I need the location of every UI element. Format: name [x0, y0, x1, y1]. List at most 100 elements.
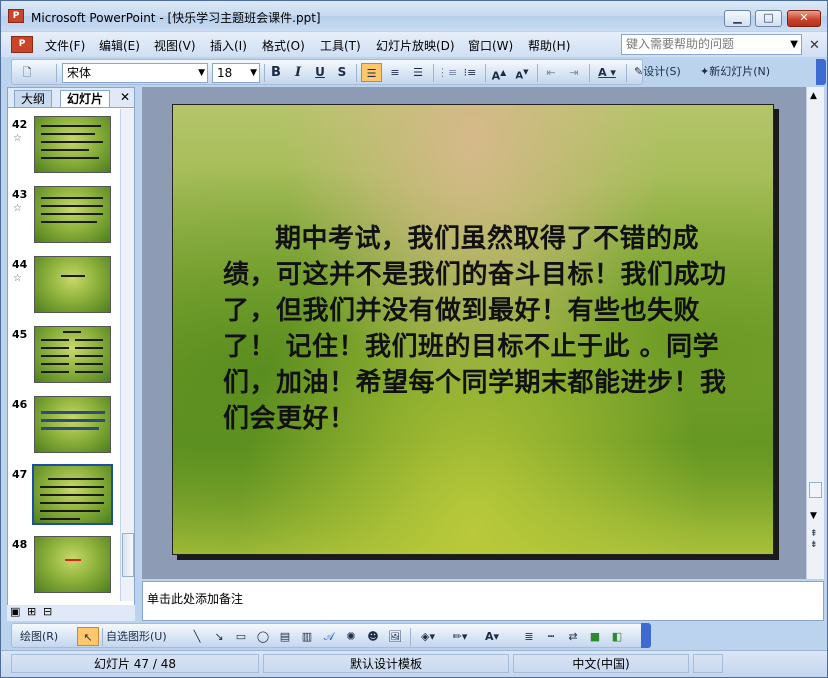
decrease-indent-button[interactable]: ⇤ [541, 63, 561, 82]
decrease-font-button[interactable]: A▼ [512, 63, 532, 82]
font-name-select[interactable]: 宋体 ▼ [62, 63, 208, 83]
close-icon[interactable]: ✕ [120, 90, 130, 104]
shadow-button[interactable]: S [333, 63, 351, 82]
chevron-down-icon[interactable]: ▼ [250, 64, 257, 82]
textbox-icon[interactable]: ▤ [276, 627, 294, 646]
menu-slideshow[interactable]: 幻灯片放映(D) [376, 37, 455, 54]
bullets-button[interactable]: ⁝≡ [460, 63, 480, 82]
increase-indent-button[interactable]: ⇥ [564, 63, 584, 82]
slide-thumbnail-44[interactable]: 44 ☆ [8, 249, 120, 319]
document-icon[interactable]: P [11, 36, 33, 53]
align-right-button[interactable]: ☰ [408, 63, 428, 82]
autoshapes-button[interactable]: 自选图形(U) [106, 627, 186, 646]
minimize-button[interactable]: ▁ [724, 10, 751, 27]
fill-color-icon[interactable]: ◈▾ [414, 627, 442, 646]
slide-number: 43 [12, 188, 28, 201]
window-title: Microsoft PowerPoint - [快乐学习主题班会课件.ppt] [31, 11, 321, 25]
slide-thumbnail-42[interactable]: 42 ☆ [8, 109, 120, 179]
picture-icon[interactable]: 🖼 [386, 627, 404, 646]
slide-sorter-icon[interactable]: ⊞ [27, 605, 36, 618]
font-color-icon[interactable]: A▾ [478, 627, 506, 646]
slide-body-text[interactable]: 期中考试，我们虽然取得了不错的成绩，可这并不是我们的奋斗目标！我们成功了，但我们… [223, 221, 748, 437]
menu-tools[interactable]: 工具(T) [320, 37, 361, 54]
scrollbar-thumb[interactable] [809, 482, 822, 498]
slide-thumbnail-47[interactable]: 47 [8, 459, 120, 529]
close-doc-icon[interactable]: ✕ [809, 38, 820, 53]
slide-number: 47 [12, 468, 28, 481]
menu-edit[interactable]: 编辑(E) [99, 37, 140, 54]
thumbnail-scrollbar[interactable] [120, 109, 134, 601]
tab-outline[interactable]: 大纲 [14, 90, 53, 107]
draw-menu-button[interactable]: 绘图(R) [20, 627, 78, 646]
increase-font-button[interactable]: A▲ [489, 63, 509, 83]
font-color-button[interactable]: A ▾ [593, 63, 621, 82]
oval-icon[interactable]: ◯ [254, 627, 272, 646]
menu-insert[interactable]: 插入(I) [210, 37, 247, 54]
3d-style-icon[interactable]: ◧ [608, 627, 626, 646]
font-size-value: 18 [217, 66, 233, 80]
slide-preview [34, 536, 111, 593]
slide-thumbnail-48[interactable]: 48 [8, 529, 120, 599]
formatting-toolbar: 🗋 宋体 ▼ 18 ▼ B I U S ☰ ≡ ☰ ⋮≡ ⁝≡ A▲ A▼ ⇤ … [11, 59, 643, 85]
slide-thumbnail-45[interactable]: 45 [8, 319, 120, 389]
slide-scrollbar[interactable]: ▲ ▼ ⇞ ⇟ [806, 87, 824, 579]
arrow-icon[interactable]: ↘ [210, 627, 228, 646]
design-template[interactable]: 默认设计模板 [263, 654, 509, 673]
scroll-up-icon[interactable]: ▲ [810, 91, 817, 101]
new-slide-icon: ✦ [700, 65, 710, 78]
powerpoint-icon[interactable]: P [8, 9, 24, 23]
shadow-style-icon[interactable]: ■ [586, 627, 604, 646]
line-style-icon[interactable]: ≣ [520, 627, 538, 646]
align-center-button[interactable]: ≡ [385, 63, 405, 82]
rectangle-icon[interactable]: ▭ [232, 627, 250, 646]
help-search-input[interactable]: 键入需要帮助的问题 ▼ [621, 34, 802, 55]
font-size-select[interactable]: 18 ▼ [212, 63, 260, 83]
clipart-icon[interactable]: ☻ [364, 627, 382, 646]
font-name-value: 宋体 [67, 66, 92, 80]
menu-file[interactable]: 文件(F) [45, 37, 85, 54]
tab-slides[interactable]: 幻灯片 [60, 90, 111, 107]
toolbar-options-icon[interactable] [641, 623, 651, 648]
align-left-button[interactable]: ☰ [361, 63, 382, 82]
bold-button[interactable]: B [267, 63, 285, 82]
numbering-button[interactable]: ⋮≡ [437, 63, 457, 82]
slide-number: 48 [12, 538, 28, 551]
vertical-textbox-icon[interactable]: ▥ [298, 627, 316, 646]
current-slide[interactable]: 期中考试，我们虽然取得了不错的成绩，可这并不是我们的奋斗目标！我们成功了，但我们… [172, 104, 774, 555]
scrollbar-thumb[interactable] [122, 533, 134, 577]
slide-number: 44 [12, 258, 28, 271]
prev-next-slide-icon[interactable]: ⇞ ⇟ [810, 529, 818, 551]
menu-help[interactable]: 帮助(H) [528, 37, 570, 54]
diagram-icon[interactable]: ✺ [342, 627, 360, 646]
notes-pane[interactable]: 单击此处添加备注 [142, 581, 824, 621]
help-placeholder: 键入需要帮助的问题 [626, 37, 735, 51]
normal-view-icon[interactable]: ▣ [10, 605, 20, 618]
underline-button[interactable]: U [311, 63, 329, 82]
thumbnail-list: 42 ☆ 43 ☆ 44 ☆ 45 46 47 48 [8, 109, 120, 601]
slide-thumbnail-43[interactable]: 43 ☆ [8, 179, 120, 249]
chevron-down-icon[interactable]: ▼ [198, 64, 205, 82]
slide-thumbnail-46[interactable]: 46 [8, 389, 120, 459]
slideshow-icon[interactable]: ⊟ [43, 605, 52, 618]
select-pointer-icon[interactable]: ↖ [77, 627, 99, 646]
menu-window[interactable]: 窗口(W) [468, 37, 513, 54]
design-button[interactable]: ✎设计(S) [634, 62, 692, 81]
close-button[interactable]: ✕ [787, 10, 821, 27]
menu-view[interactable]: 视图(V) [154, 37, 196, 54]
view-buttons: ▣ ⊞ ⊟ [7, 605, 135, 621]
wordart-icon[interactable]: 𝒜 [320, 627, 338, 646]
line-icon[interactable]: ╲ [188, 627, 206, 646]
slide-number: 42 [12, 118, 28, 131]
chevron-down-icon[interactable]: ▼ [790, 35, 798, 54]
toolbar-options-icon[interactable] [816, 59, 826, 85]
new-slide-button[interactable]: ✦新幻灯片(N) [700, 62, 812, 81]
maximize-button[interactable]: □ [755, 10, 782, 27]
new-document-icon[interactable]: 🗋 [18, 63, 36, 82]
animation-star-icon: ☆ [13, 203, 22, 214]
line-color-icon[interactable]: ✏▾ [446, 627, 474, 646]
scroll-down-icon[interactable]: ▼ [810, 511, 817, 521]
arrow-style-icon[interactable]: ⇄ [564, 627, 582, 646]
menu-format[interactable]: 格式(O) [262, 37, 305, 54]
italic-button[interactable]: I [289, 63, 307, 82]
dash-style-icon[interactable]: ┅ [542, 627, 560, 646]
